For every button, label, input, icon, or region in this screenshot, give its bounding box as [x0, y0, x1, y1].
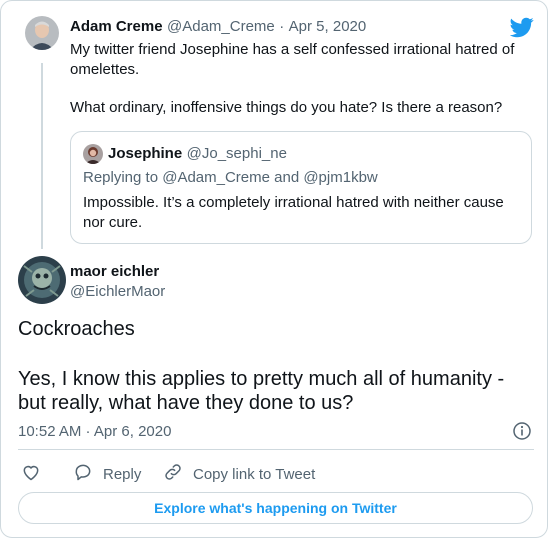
- main-tweet-timestamp[interactable]: 10:52 AM · Apr 6, 2020: [18, 423, 171, 440]
- tweet-embed-card: Adam Creme @Adam_Creme · Apr 5, 2020 My …: [0, 0, 548, 538]
- reply-button[interactable]: Reply: [73, 462, 141, 486]
- info-icon[interactable]: [512, 421, 532, 441]
- nested-quote-header: Josephine @Jo_sephi_ne: [108, 145, 287, 163]
- main-tweet-text-line2: Yes, I know this applies to pretty much …: [18, 368, 505, 390]
- reply-bubble-icon: [73, 462, 93, 486]
- like-button[interactable]: [21, 462, 41, 486]
- twitter-bird-icon[interactable]: [509, 15, 534, 39]
- separator-dot: ·: [279, 18, 285, 35]
- author-handle[interactable]: @Adam_Creme: [167, 18, 275, 35]
- quoted-tweet-text-line2: omelettes.: [70, 61, 140, 78]
- explore-twitter-button[interactable]: Explore what's happening on Twitter: [18, 492, 533, 524]
- tweet-date[interactable]: Apr 5, 2020: [289, 18, 367, 35]
- avatar-adam-creme[interactable]: [25, 16, 59, 50]
- avatar-maor-eichler[interactable]: [18, 256, 66, 304]
- reply-label: Reply: [103, 465, 142, 483]
- main-tweet-text-line1: Cockroaches: [18, 318, 135, 340]
- copy-link-label: Copy link to Tweet: [193, 465, 316, 483]
- heart-icon: [21, 462, 41, 486]
- avatar-josephine[interactable]: [83, 144, 103, 164]
- quoted-tweet-text-line1: My twitter friend Josephine has a self c…: [70, 41, 515, 58]
- link-icon: [163, 462, 183, 486]
- main-author-name[interactable]: maor eichler: [70, 263, 159, 280]
- replying-to[interactable]: Replying to @Adam_Creme and @pjm1kbw: [83, 169, 378, 186]
- main-tweet-text-line3: but really, what have they done to us?: [18, 392, 354, 414]
- thread-connector-line: [41, 63, 43, 249]
- nested-quote-card[interactable]: Josephine @Jo_sephi_ne Replying to @Adam…: [70, 131, 532, 244]
- quoted-tweet-text-line3: What ordinary, inoffensive things do you…: [70, 99, 503, 116]
- nested-quote-text-line1: Impossible. It’s a completely irrational…: [83, 194, 504, 211]
- author-handle[interactable]: @Jo_sephi_ne: [187, 145, 287, 162]
- copy-link-button[interactable]: Copy link to Tweet: [163, 462, 315, 486]
- main-author-handle[interactable]: @EichlerMaor: [70, 283, 165, 300]
- quoted-tweet-header: Adam Creme @Adam_Creme · Apr 5, 2020: [70, 18, 366, 36]
- divider: [18, 449, 534, 450]
- nested-quote-text-line2: nor cure.: [83, 214, 143, 231]
- author-name[interactable]: Josephine: [108, 145, 182, 162]
- author-name[interactable]: Adam Creme: [70, 18, 163, 35]
